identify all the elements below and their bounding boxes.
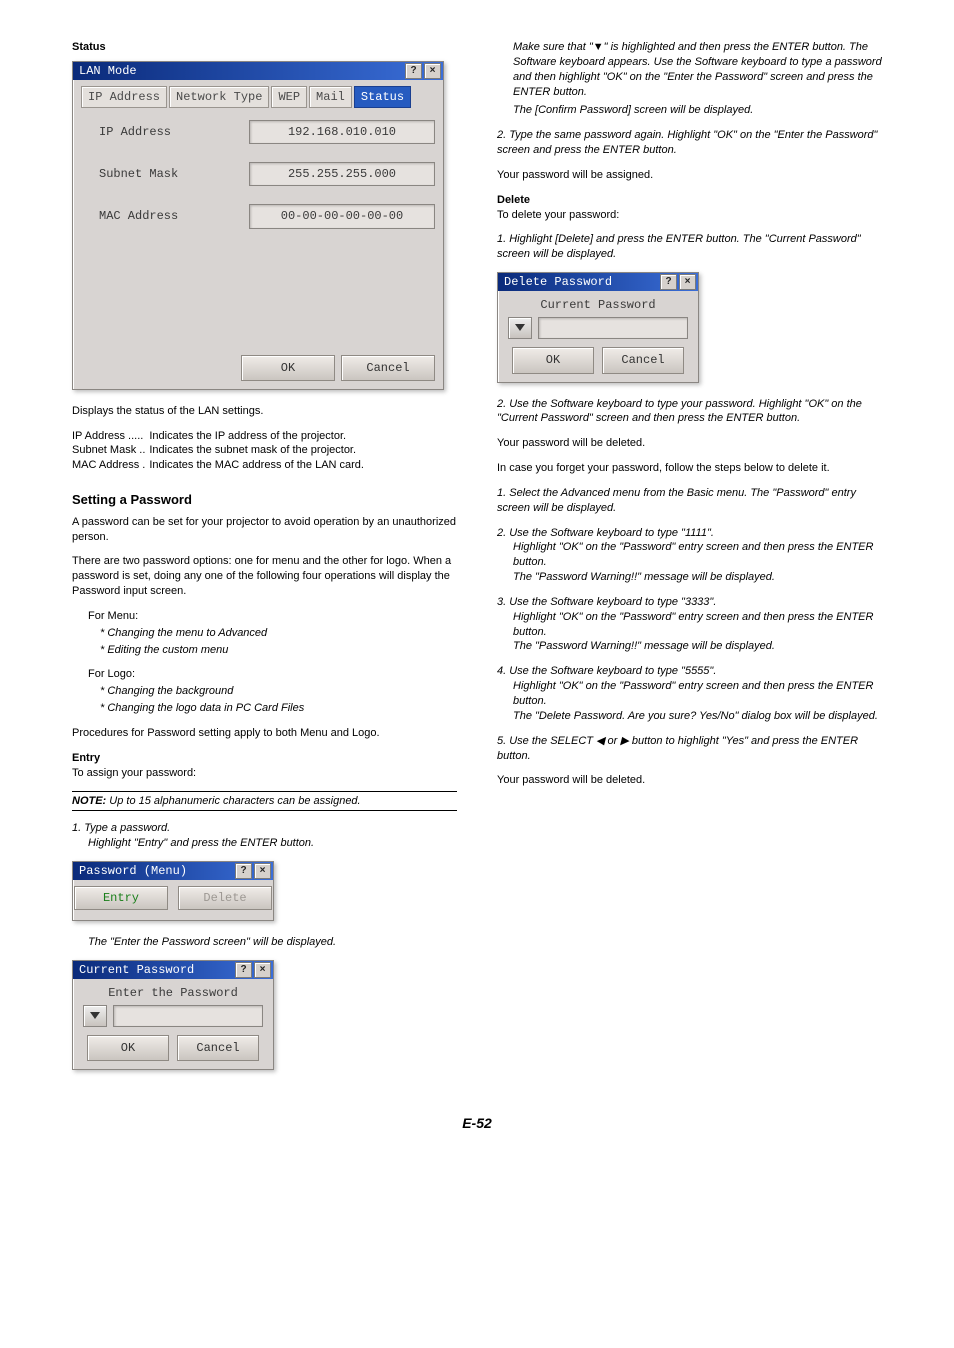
ip-address-value: 192.168.010.010 <box>249 120 435 144</box>
for-logo-label: For Logo: <box>88 667 457 682</box>
right-p1: Make sure that "▼" is highlighted and th… <box>513 40 882 99</box>
lan-mode-titlebar: LAN Mode ? × <box>73 62 443 80</box>
tab-ip-address[interactable]: IP Address <box>81 86 167 108</box>
delete-intro: To delete your password: <box>497 208 882 223</box>
forgot-step-2: 2. Use the Software keyboard to type "11… <box>497 526 882 585</box>
delete-heading: Delete <box>497 193 882 208</box>
keyboard-toggle-button[interactable] <box>83 1005 107 1027</box>
close-icon[interactable]: × <box>254 962 271 978</box>
forgot-step-3: 3. Use the Software keyboard to type "33… <box>497 595 882 654</box>
delete-password-dialog: Delete Password ? × Current Password OK … <box>497 272 699 382</box>
help-icon[interactable]: ? <box>660 274 677 290</box>
lan-mode-cancel-button[interactable]: Cancel <box>341 355 435 381</box>
forgot-step-5: 5. Use the SELECT ◀ or ▶ button to highl… <box>497 734 882 764</box>
logo-item-1: Changing the background <box>107 685 233 697</box>
setting-password-heading: Setting a Password <box>72 491 457 509</box>
cancel-button[interactable]: Cancel <box>177 1035 259 1061</box>
del-step-1: 1. Highlight [Delete] and press the ENTE… <box>497 232 882 262</box>
for-menu-label: For Menu: <box>88 609 457 624</box>
tab-wep[interactable]: WEP <box>271 86 307 108</box>
ip-address-key: IP Address ..... <box>72 429 149 444</box>
password-desc-3: Procedures for Password setting apply to… <box>72 726 457 741</box>
mac-address-label: MAC Address <box>81 208 249 224</box>
tab-mail[interactable]: Mail <box>309 86 352 108</box>
password-desc-1: A password can be set for your projector… <box>72 515 457 545</box>
assigned-text: Your password will be assigned. <box>497 168 882 183</box>
forgot-step-4: 4. Use the Software keyboard to type "55… <box>497 664 882 723</box>
mac-address-key: MAC Address . <box>72 458 149 473</box>
subnet-mask-value: 255.255.255.000 <box>249 162 435 186</box>
note-text: Up to 15 alphanumeric characters can be … <box>106 795 360 807</box>
current-password-label: Current Password <box>498 291 698 313</box>
entry-intro: To assign your password: <box>72 766 457 781</box>
password-input[interactable] <box>538 317 688 339</box>
after-dlg1-text: The "Enter the Password screen" will be … <box>88 935 457 950</box>
lan-mode-tabs: IP Address Network Type WEP Mail Status <box>81 86 435 108</box>
deleted-text-2: Your password will be deleted. <box>497 773 882 788</box>
note-label: NOTE: <box>72 795 106 807</box>
help-icon[interactable]: ? <box>405 63 422 79</box>
subnet-mask-text: Indicates the subnet mask of the project… <box>149 443 364 458</box>
status-heading: Status <box>72 40 457 55</box>
ok-button[interactable]: OK <box>512 347 594 373</box>
forgot-intro: In case you forget your password, follow… <box>497 461 882 476</box>
keyboard-toggle-button[interactable] <box>508 317 532 339</box>
delete-button[interactable]: Delete <box>178 886 272 910</box>
entry-step-1a: 1. Type a password. <box>72 821 457 836</box>
password-desc-2: There are two password options: one for … <box>72 554 457 599</box>
subnet-mask-label: Subnet Mask <box>81 166 249 182</box>
mac-address-value: 00-00-00-00-00-00 <box>249 204 435 228</box>
menu-item-1: Changing the menu to Advanced <box>107 627 267 639</box>
menu-item-2: Editing the custom menu <box>107 644 228 656</box>
mac-address-text: Indicates the MAC address of the LAN car… <box>149 458 364 473</box>
entry-step-1b: Highlight "Entry" and press the ENTER bu… <box>88 836 457 851</box>
close-icon[interactable]: × <box>254 863 271 879</box>
tab-status[interactable]: Status <box>354 86 411 108</box>
logo-item-2: Changing the logo data in PC Card Files <box>107 702 304 714</box>
close-icon[interactable]: × <box>679 274 696 290</box>
ip-address-label: IP Address <box>81 124 249 140</box>
page-number: E-52 <box>72 1114 882 1133</box>
help-icon[interactable]: ? <box>235 962 252 978</box>
deleted-text: Your password will be deleted. <box>497 436 882 451</box>
right-step2: 2. Type the same password again. Highlig… <box>497 128 882 158</box>
ip-address-text: Indicates the IP address of the projecto… <box>149 429 364 444</box>
password-input[interactable] <box>113 1005 263 1027</box>
ok-button[interactable]: OK <box>87 1035 169 1061</box>
password-menu-title: Password (Menu) <box>79 863 235 879</box>
entry-button[interactable]: Entry <box>74 886 168 910</box>
cancel-button[interactable]: Cancel <box>602 347 684 373</box>
lan-mode-ok-button[interactable]: OK <box>241 355 335 381</box>
lan-mode-dialog: LAN Mode ? × IP Address Network Type WEP… <box>72 61 444 390</box>
forgot-step-1: 1. Select the Advanced menu from the Bas… <box>497 486 882 516</box>
entry-heading: Entry <box>72 751 457 766</box>
note-box: NOTE: Up to 15 alphanumeric characters c… <box>72 791 457 812</box>
status-desc: Displays the status of the LAN settings. <box>72 404 457 419</box>
subnet-mask-key: Subnet Mask .. <box>72 443 149 458</box>
delete-password-title: Delete Password <box>504 274 660 290</box>
tab-network-type[interactable]: Network Type <box>169 86 269 108</box>
close-icon[interactable]: × <box>424 63 441 79</box>
right-p1b: The [Confirm Password] screen will be di… <box>513 103 882 118</box>
current-password-title: Current Password <box>79 962 235 978</box>
help-icon[interactable]: ? <box>235 863 252 879</box>
current-password-dialog: Current Password ? × Enter the Password … <box>72 960 274 1070</box>
del-step-2: 2. Use the Software keyboard to type you… <box>497 397 882 427</box>
enter-password-label: Enter the Password <box>73 979 273 1001</box>
lan-mode-title: LAN Mode <box>79 63 405 79</box>
password-menu-dialog: Password (Menu) ? × Entry Delete <box>72 861 274 921</box>
